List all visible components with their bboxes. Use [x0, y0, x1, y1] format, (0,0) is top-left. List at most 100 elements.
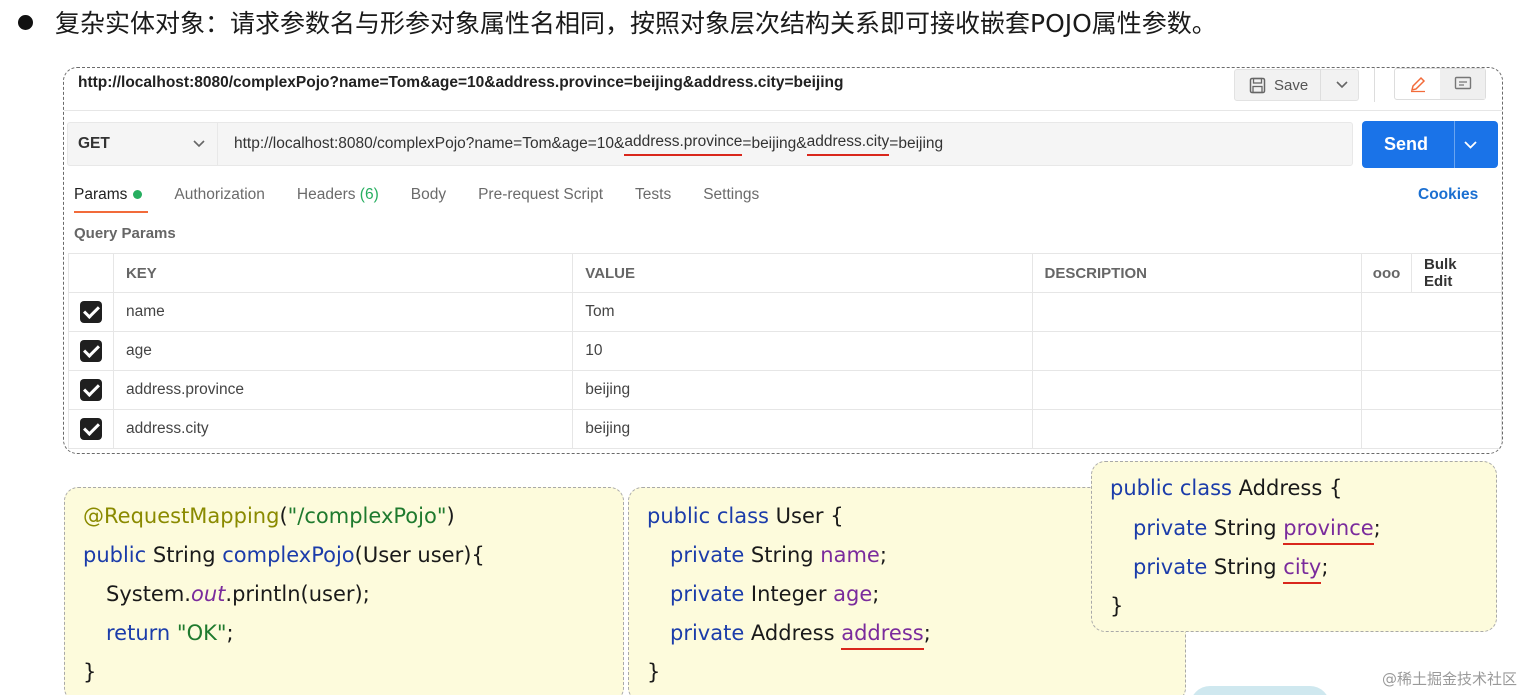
param-description[interactable] — [1031, 292, 1363, 332]
row-checkbox-cell — [68, 409, 114, 449]
row-checkbox-cell — [68, 331, 114, 371]
code-line: public class Address { — [1110, 476, 1342, 500]
send-divider — [1454, 121, 1456, 168]
tab-tests[interactable]: Tests — [635, 186, 671, 204]
code-line: public class User { — [647, 504, 844, 528]
row-checkbox[interactable] — [79, 418, 102, 440]
query-params-table: KEY VALUE DESCRIPTION ooo Bulk Edit name… — [68, 253, 1502, 449]
keyword-token: private — [670, 621, 745, 645]
method-name-token: complexPojo — [222, 543, 355, 567]
params-active-dot — [133, 190, 143, 200]
tab-authorization[interactable]: Authorization — [174, 186, 264, 204]
edit-pencil-icon[interactable] — [1395, 69, 1440, 99]
param-description[interactable] — [1031, 331, 1363, 371]
code-line: } — [83, 660, 96, 684]
tab-bar-divider — [64, 110, 1502, 111]
more-options-icon[interactable]: ooo — [1361, 253, 1413, 293]
view-toggle-group — [1394, 68, 1486, 100]
send-button[interactable]: Send — [1362, 121, 1498, 168]
query-params-title: Query Params — [74, 225, 176, 242]
row-checkbox[interactable] — [79, 301, 102, 323]
table-row: address.province beijing — [68, 370, 1502, 410]
code-line: private String city; — [1133, 555, 1328, 584]
url-highlight-city: address.city — [806, 133, 890, 156]
request-tabs: Params Authorization Headers (6) Body Pr… — [74, 186, 791, 213]
code-token: String — [1207, 516, 1284, 540]
url-input[interactable]: http://localhost:8080/complexPojo?name=T… — [217, 122, 1353, 166]
code-line: @RequestMapping("/complexPojo") — [83, 504, 455, 528]
column-header-description: DESCRIPTION — [1031, 253, 1363, 293]
cookies-link[interactable]: Cookies — [1418, 186, 1478, 204]
controller-code-box: @RequestMapping("/complexPojo") public S… — [64, 487, 624, 695]
code-token: String — [744, 543, 821, 567]
field-token: age — [833, 582, 873, 606]
send-button-label: Send — [1384, 134, 1429, 154]
param-key[interactable]: age — [112, 331, 574, 371]
comments-icon[interactable] — [1440, 69, 1485, 99]
row-checkbox-cell — [68, 370, 114, 410]
method-select[interactable]: GET — [67, 122, 217, 166]
string-token: "/complexPojo" — [287, 504, 447, 528]
chevron-down-icon[interactable] — [1336, 81, 1348, 89]
code-line: } — [647, 660, 660, 684]
param-value[interactable]: beijing — [572, 409, 1033, 449]
code-line: private Address address; — [670, 621, 931, 650]
code-token: ) — [446, 504, 455, 528]
param-value[interactable]: 10 — [572, 331, 1033, 371]
tab-settings[interactable]: Settings — [703, 186, 759, 204]
param-key[interactable]: name — [112, 292, 574, 332]
code-token: (User user){ — [354, 543, 485, 567]
postman-panel: http://localhost:8080/complexPojo?name=T… — [63, 67, 1503, 454]
code-line: return "OK"; — [106, 621, 234, 645]
code-token: ; — [1373, 516, 1381, 540]
code-token: String — [146, 543, 223, 567]
tab-prerequest-script[interactable]: Pre-request Script — [478, 186, 603, 204]
param-description[interactable] — [1031, 370, 1363, 410]
table-row: address.city beijing — [68, 409, 1502, 449]
code-token: Address — [744, 621, 842, 645]
tab-params-label: Params — [74, 186, 128, 203]
save-button[interactable]: Save — [1234, 69, 1359, 101]
bulk-edit-button[interactable]: Bulk Edit — [1411, 253, 1502, 293]
param-description[interactable] — [1031, 409, 1363, 449]
keyword-token: private — [1133, 516, 1208, 540]
param-key[interactable]: address.province — [112, 370, 574, 410]
row-checkbox-cell — [68, 292, 114, 332]
field-token: name — [820, 543, 880, 567]
code-token: System. — [106, 582, 191, 606]
tab-headers[interactable]: Headers (6) — [297, 186, 379, 204]
code-token: Integer — [744, 582, 834, 606]
tab-body[interactable]: Body — [411, 186, 446, 204]
param-extra — [1361, 409, 1502, 449]
keyword-token: private — [670, 582, 745, 606]
heading-text: 复杂实体对象：请求参数名与形参对象属性名相同，按照对象层次结构关系即可接收嵌套P… — [55, 9, 1217, 38]
keyword-token: public class — [1110, 476, 1232, 500]
code-token: ; — [923, 621, 931, 645]
code-token: .println(user); — [225, 582, 370, 606]
code-token: ; — [872, 582, 880, 606]
code-line: private String name; — [670, 543, 887, 567]
param-key[interactable]: address.city — [112, 409, 574, 449]
code-line: System.out.println(user); — [106, 582, 370, 606]
request-tab-title[interactable]: http://localhost:8080/complexPojo?name=T… — [78, 74, 843, 92]
chevron-down-icon[interactable] — [1464, 140, 1477, 149]
save-button-label: Save — [1274, 76, 1309, 94]
table-header-row: KEY VALUE DESCRIPTION ooo Bulk Edit — [68, 253, 1502, 293]
checkbox-column-header — [68, 253, 114, 293]
field-token-underlined: province — [1283, 516, 1374, 545]
code-token: ; — [879, 543, 887, 567]
code-token: User { — [769, 504, 844, 528]
row-checkbox[interactable] — [79, 379, 102, 401]
param-value[interactable]: Tom — [572, 292, 1033, 332]
column-header-value: VALUE — [572, 253, 1033, 293]
chevron-down-icon — [193, 140, 205, 148]
param-value[interactable]: beijing — [572, 370, 1033, 410]
row-checkbox[interactable] — [79, 340, 102, 362]
keyword-token: return — [106, 621, 171, 645]
code-line: private Integer age; — [670, 582, 879, 606]
code-token: } — [647, 660, 661, 684]
code-token: } — [83, 660, 97, 684]
tab-params[interactable]: Params — [74, 186, 149, 213]
save-divider — [1320, 69, 1322, 101]
url-highlight-province: address.province — [624, 133, 743, 156]
